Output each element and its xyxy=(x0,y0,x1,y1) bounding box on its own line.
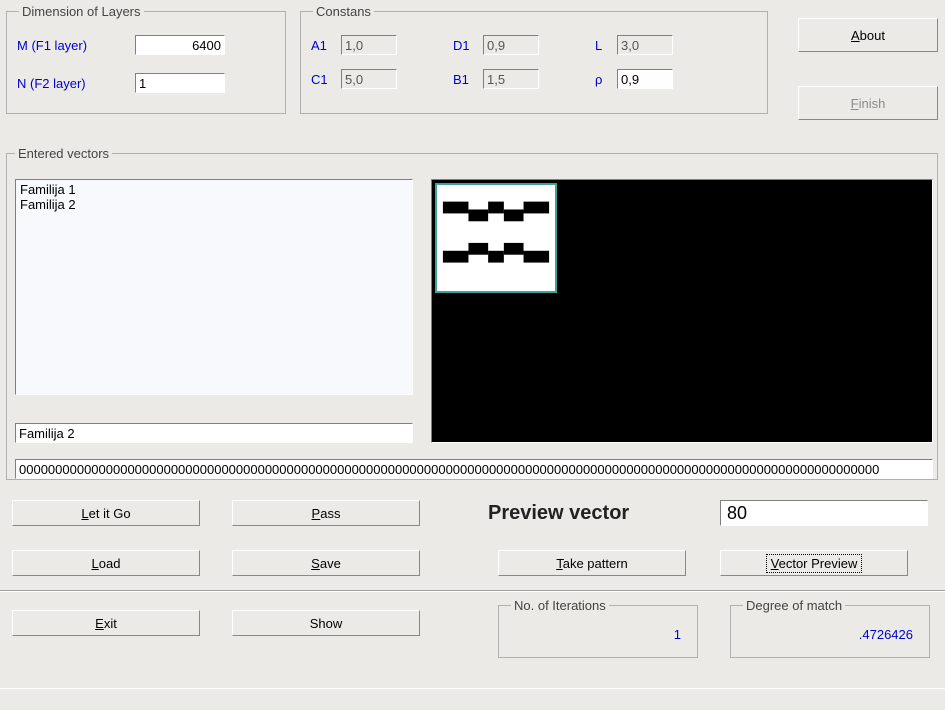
a1-input xyxy=(341,35,397,55)
long-vector-input[interactable] xyxy=(15,459,933,479)
rho-input[interactable] xyxy=(617,69,673,89)
show-button[interactable]: Show xyxy=(232,610,420,636)
let-it-go-button[interactable]: Let it Go xyxy=(12,500,200,526)
entered-vectors-legend: Entered vectors xyxy=(15,146,112,161)
vectors-listbox[interactable]: Familija 1 Familija 2 xyxy=(15,179,413,395)
about-mnemonic: A xyxy=(851,28,860,43)
vector-preview-button[interactable]: Vector Preview xyxy=(720,550,908,576)
exit-button[interactable]: Exit xyxy=(12,610,200,636)
constants-legend: Constans xyxy=(313,4,374,19)
list-item[interactable]: Familija 2 xyxy=(20,197,408,212)
finish-post: inish xyxy=(859,96,886,111)
separator xyxy=(0,590,945,592)
match-fieldset: Degree of match .4726426 xyxy=(730,598,930,658)
save-button[interactable]: Save xyxy=(232,550,420,576)
c1-input xyxy=(341,69,397,89)
l-label: L xyxy=(595,38,617,53)
finish-mnemonic: F xyxy=(851,96,859,111)
about-post: bout xyxy=(860,28,885,43)
m-input[interactable] xyxy=(135,35,225,55)
b1-input xyxy=(483,69,539,89)
dimension-fieldset: Dimension of Layers M (F1 layer) N (F2 l… xyxy=(6,4,286,114)
iterations-fieldset: No. of Iterations 1 xyxy=(498,598,698,658)
take-pattern-button[interactable]: Take pattern xyxy=(498,550,686,576)
preview-area xyxy=(431,179,933,443)
entered-vectors-fieldset: Entered vectors Familija 1 Familija 2 xyxy=(6,146,938,480)
finish-button[interactable]: Finish xyxy=(798,86,938,120)
d1-label: D1 xyxy=(453,38,483,53)
a1-label: A1 xyxy=(311,38,341,53)
preview-vector-label: Preview vector xyxy=(488,502,629,525)
match-legend: Degree of match xyxy=(743,598,845,613)
pass-button[interactable]: Pass xyxy=(232,500,420,526)
c1-label: C1 xyxy=(311,72,341,87)
load-button[interactable]: Load xyxy=(12,550,200,576)
dimension-legend: Dimension of Layers xyxy=(19,4,144,19)
iterations-value: 1 xyxy=(509,621,687,642)
iterations-legend: No. of Iterations xyxy=(511,598,609,613)
m-label: M (F1 layer) xyxy=(17,38,127,53)
status-bar xyxy=(0,688,945,710)
n-label: N (F2 layer) xyxy=(17,76,127,91)
constants-fieldset: Constans A1 D1 L C1 B1 ρ xyxy=(300,4,768,114)
d1-input xyxy=(483,35,539,55)
preview-vector-input[interactable] xyxy=(720,500,928,526)
match-value: .4726426 xyxy=(741,621,919,642)
pattern-thumbnail xyxy=(435,183,557,293)
selected-vector-input[interactable] xyxy=(15,423,413,443)
about-button[interactable]: About xyxy=(798,18,938,52)
n-input[interactable] xyxy=(135,73,225,93)
l-input xyxy=(617,35,673,55)
rho-label: ρ xyxy=(595,72,617,87)
list-item[interactable]: Familija 1 xyxy=(20,182,408,197)
b1-label: B1 xyxy=(453,72,483,87)
pattern-image xyxy=(437,185,555,291)
